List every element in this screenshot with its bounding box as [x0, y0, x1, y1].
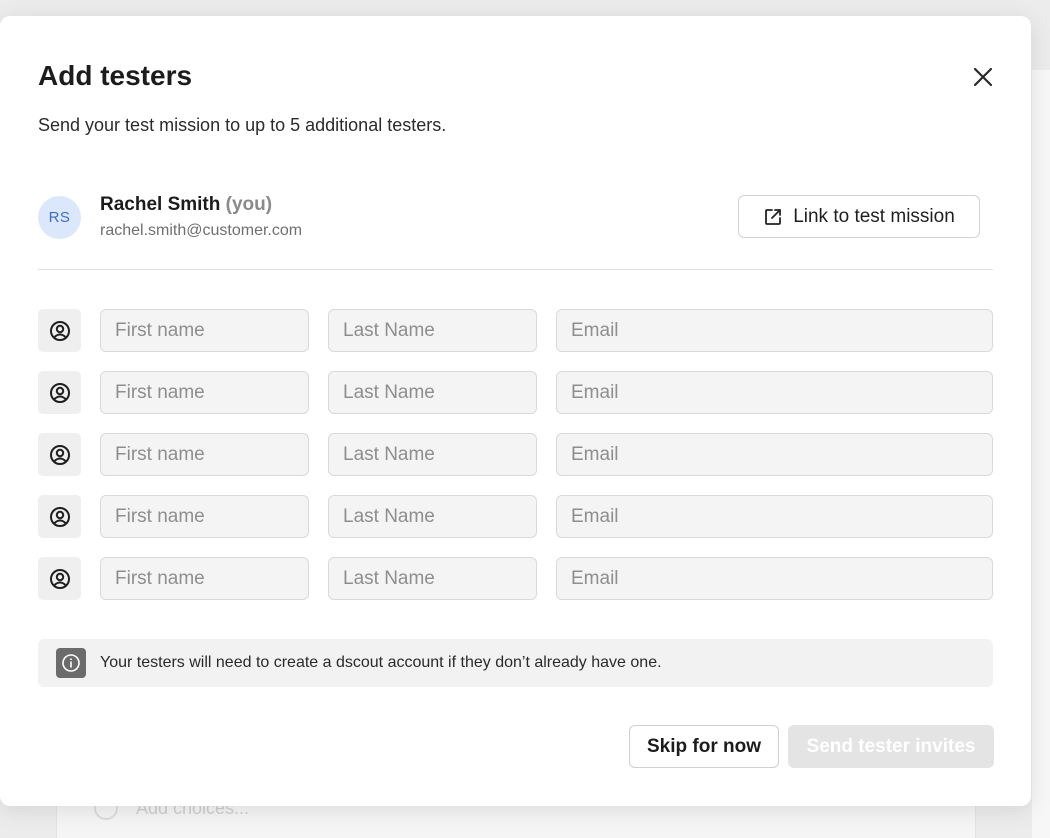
user-circle-icon — [38, 309, 81, 352]
email-input[interactable] — [556, 495, 993, 538]
user-circle-icon — [38, 371, 81, 414]
email-input[interactable] — [556, 309, 993, 352]
tester-row-2 — [38, 371, 993, 414]
user-name-text: Rachel Smith — [100, 194, 221, 215]
email-input[interactable] — [556, 557, 993, 600]
modal-title: Add testers — [38, 60, 193, 91]
skip-for-now-button[interactable]: Skip for now — [629, 725, 779, 768]
add-testers-modal: Add testers Send your test mission to up… — [0, 16, 1031, 806]
first-name-input[interactable] — [100, 495, 309, 538]
last-name-input[interactable] — [328, 557, 537, 600]
current-user-name: Rachel Smith (you) — [100, 194, 272, 216]
last-name-input[interactable] — [328, 371, 537, 414]
last-name-input[interactable] — [328, 309, 537, 352]
close-button[interactable] — [968, 62, 998, 92]
user-circle-icon — [38, 495, 81, 538]
first-name-input[interactable] — [100, 433, 309, 476]
email-input[interactable] — [556, 371, 993, 414]
divider — [38, 269, 993, 270]
info-icon — [56, 648, 86, 678]
email-input[interactable] — [556, 433, 993, 476]
last-name-input[interactable] — [328, 495, 537, 538]
modal-subtitle: Send your test mission to up to 5 additi… — [38, 115, 447, 135]
first-name-input[interactable] — [100, 309, 309, 352]
tester-row-5 — [38, 557, 993, 600]
first-name-input[interactable] — [100, 557, 309, 600]
send-tester-invites-button[interactable]: Send tester invites — [788, 725, 994, 768]
first-name-input[interactable] — [100, 371, 309, 414]
external-link-icon — [765, 208, 782, 225]
close-icon — [973, 67, 993, 87]
user-circle-icon — [38, 557, 81, 600]
tester-row-3 — [38, 433, 993, 476]
link-to-test-mission-button[interactable]: Link to test mission — [738, 195, 980, 238]
tester-row-1 — [38, 309, 993, 352]
last-name-input[interactable] — [328, 433, 537, 476]
info-notice: Your testers will need to create a dscou… — [38, 639, 993, 687]
tester-row-4 — [38, 495, 993, 538]
avatar: RS — [38, 196, 81, 239]
background-page-edge — [1032, 70, 1050, 838]
link-button-label: Link to test mission — [793, 205, 955, 227]
you-label: (you) — [225, 194, 273, 215]
current-user-email: rachel.smith@customer.com — [100, 222, 303, 239]
info-notice-text: Your testers will need to create a dscou… — [100, 654, 662, 671]
user-circle-icon — [38, 433, 81, 476]
